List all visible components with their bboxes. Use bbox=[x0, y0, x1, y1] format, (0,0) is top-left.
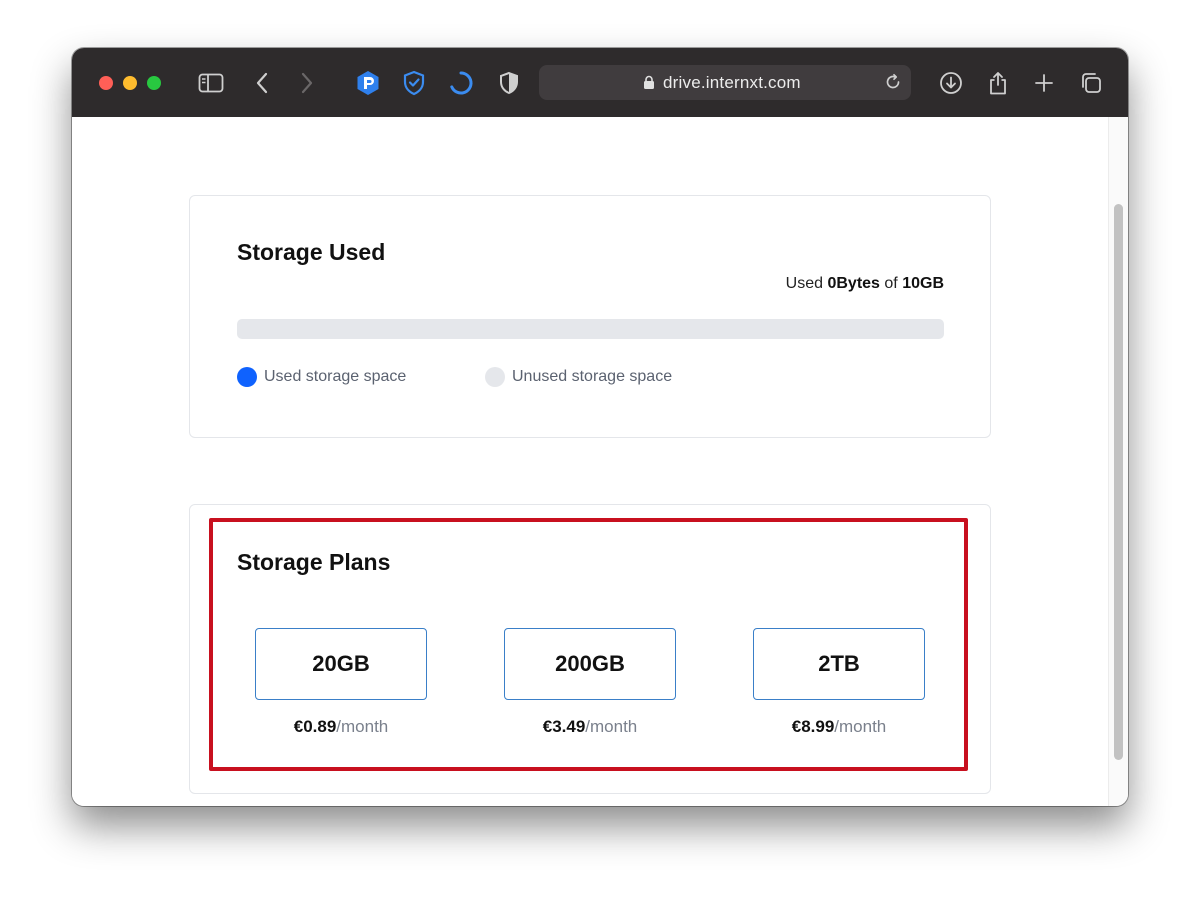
close-window-button[interactable] bbox=[99, 76, 113, 90]
url-text: drive.internxt.com bbox=[663, 73, 801, 92]
shield-check-icon[interactable] bbox=[399, 68, 429, 98]
storage-used-card: Storage Used Used 0Bytes of 10GB Used st… bbox=[189, 195, 991, 438]
lock-icon bbox=[643, 75, 655, 95]
total-amount: 10GB bbox=[902, 275, 944, 292]
plan-price-amount: €0.89 bbox=[293, 717, 337, 736]
new-tab-plus-icon[interactable] bbox=[1029, 68, 1059, 98]
extension-hexagon-icon[interactable] bbox=[353, 68, 383, 98]
plan-button-200gb[interactable]: 200GB bbox=[504, 628, 676, 700]
unused-dot-icon bbox=[485, 367, 505, 387]
tab-overview-icon[interactable] bbox=[1076, 68, 1106, 98]
minimize-window-button[interactable] bbox=[123, 76, 137, 90]
used-amount: 0Bytes bbox=[827, 275, 880, 292]
legend-unused-label: Unused storage space bbox=[512, 368, 673, 385]
plan-button-20gb[interactable]: 20GB bbox=[255, 628, 427, 700]
download-icon[interactable] bbox=[936, 68, 966, 98]
loading-circle-icon[interactable] bbox=[446, 68, 476, 98]
plan-price-period: /month bbox=[585, 717, 638, 736]
used-prefix: Used bbox=[785, 275, 824, 292]
legend-used: Used storage space bbox=[237, 367, 406, 387]
plan-price-20gb: €0.89/month bbox=[255, 717, 427, 737]
plan-button-2tb[interactable]: 2TB bbox=[753, 628, 925, 700]
share-icon[interactable] bbox=[983, 68, 1013, 98]
reload-icon[interactable] bbox=[884, 73, 902, 96]
storage-used-title: Storage Used bbox=[237, 239, 386, 265]
plan-price-2tb: €8.99/month bbox=[753, 717, 925, 737]
plan-price-amount: €8.99 bbox=[791, 717, 835, 736]
storage-usage-bar bbox=[237, 319, 944, 339]
zoom-window-button[interactable] bbox=[147, 76, 161, 90]
back-icon[interactable] bbox=[247, 68, 277, 98]
scrollbar-thumb[interactable] bbox=[1114, 204, 1123, 760]
used-of: of bbox=[884, 275, 898, 292]
forward-icon[interactable] bbox=[292, 68, 322, 98]
sidebar-toggle-icon[interactable] bbox=[196, 68, 226, 98]
storage-used-summary: Used 0Bytes of 10GB bbox=[786, 275, 944, 293]
scrollbar[interactable] bbox=[1108, 117, 1128, 806]
plan-price-200gb: €3.49/month bbox=[504, 717, 676, 737]
used-dot-icon bbox=[237, 367, 257, 387]
browser-window: drive.internxt.com Storage Used Used 0By… bbox=[72, 48, 1128, 806]
plan-price-period: /month bbox=[834, 717, 887, 736]
plan-price-amount: €3.49 bbox=[542, 717, 586, 736]
address-bar[interactable]: drive.internxt.com bbox=[539, 65, 911, 100]
privacy-shield-icon[interactable] bbox=[494, 68, 524, 98]
plan-price-period: /month bbox=[336, 717, 389, 736]
legend-used-label: Used storage space bbox=[264, 368, 407, 385]
browser-toolbar: drive.internxt.com bbox=[72, 48, 1128, 117]
legend-unused: Unused storage space bbox=[485, 367, 672, 387]
page-content: Storage Used Used 0Bytes of 10GB Used st… bbox=[72, 117, 1109, 806]
